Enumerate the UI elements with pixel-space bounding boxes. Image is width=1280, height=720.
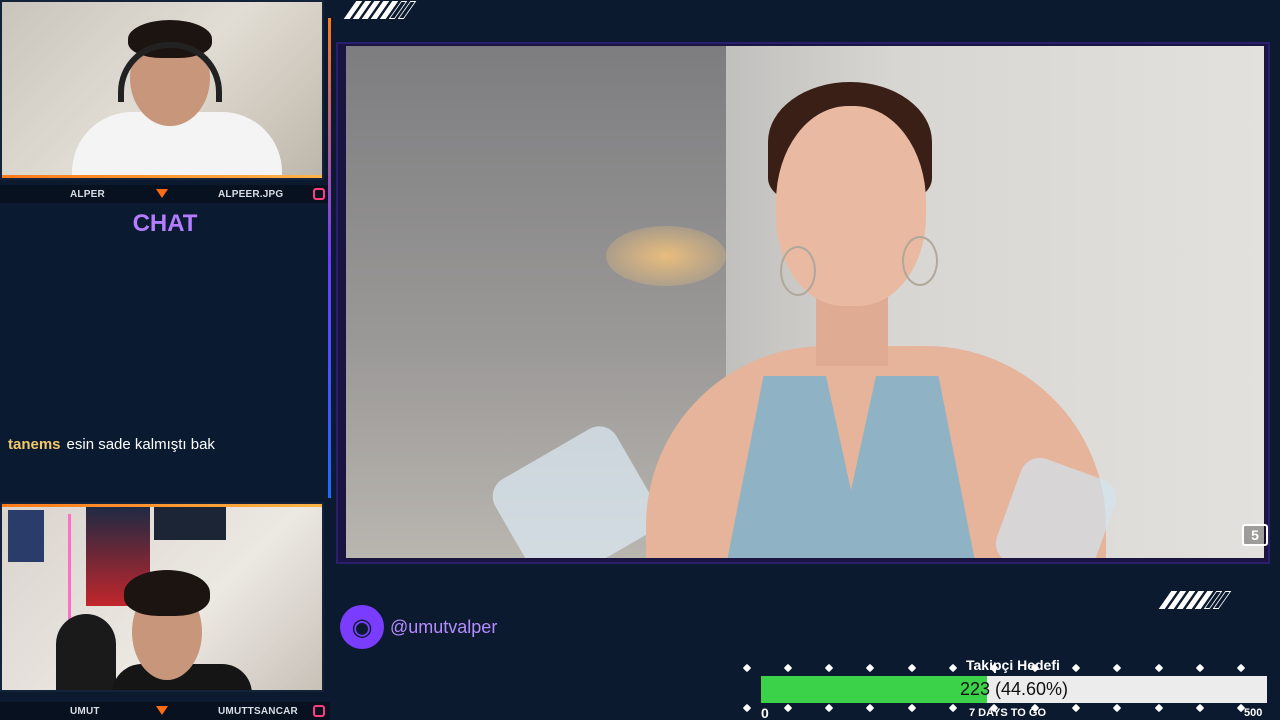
social-handle: ◉ @umutvalper: [340, 605, 497, 649]
handle-text: @umutvalper: [390, 616, 498, 637]
goal-value-label: 223 (44.60%): [959, 679, 1069, 699]
streamer-top-name: ALPER: [70, 188, 105, 200]
instagram-icon: [313, 705, 325, 717]
goal-title: Takipçi Hedefi: [966, 657, 1060, 673]
chat-panel: CHAT tanems esin sade kalmıştı bak: [0, 204, 330, 496]
goal-max-label: 500: [1244, 707, 1263, 719]
stripe-decoration-bottom: [1158, 591, 1232, 609]
stripe-decoration-top: [343, 1, 417, 19]
streamer-bottom-name: UMUT: [70, 705, 100, 717]
chat-message: tanems esin sade kalmıştı bak: [8, 436, 215, 453]
arrow-down-icon: [156, 706, 168, 715]
goal-days-label: 7 DAYS TO GO: [969, 707, 1047, 719]
chat-username: tanems: [8, 436, 61, 453]
follower-goal-widget: Takipçi Hedefi 223 (44.60%) 0 7 DAYS TO …: [740, 655, 1270, 720]
goal-progress-bar: 223 (44.60%): [761, 676, 1267, 703]
instagram-icon: [313, 188, 325, 200]
chat-title: CHAT: [132, 210, 198, 237]
globe-icon: ◉: [340, 605, 384, 649]
video-player[interactable]: [346, 46, 1264, 558]
webcam-top: [0, 0, 324, 180]
streamer-bottom-social: UMUTTSANCAR: [218, 705, 298, 717]
led-strip: [68, 514, 71, 634]
nameplate-bottom: UMUT UMUTTSANCAR: [0, 702, 330, 720]
chat-text: esin sade kalmıştı bak: [66, 436, 215, 453]
video-frame: [336, 42, 1270, 564]
side-accent-bar: [328, 18, 331, 498]
webcam-bottom: [0, 502, 324, 692]
goal-min-label: 0: [761, 705, 769, 720]
poster-right: [154, 506, 226, 540]
nameplate-top: ALPER ALPEER.JPG: [0, 185, 330, 203]
streamer-top-social: ALPEER.JPG: [218, 188, 284, 200]
arrow-down-icon: [156, 189, 168, 198]
poster-small: [8, 510, 44, 562]
channel-logo-icon: 5: [1242, 524, 1268, 546]
